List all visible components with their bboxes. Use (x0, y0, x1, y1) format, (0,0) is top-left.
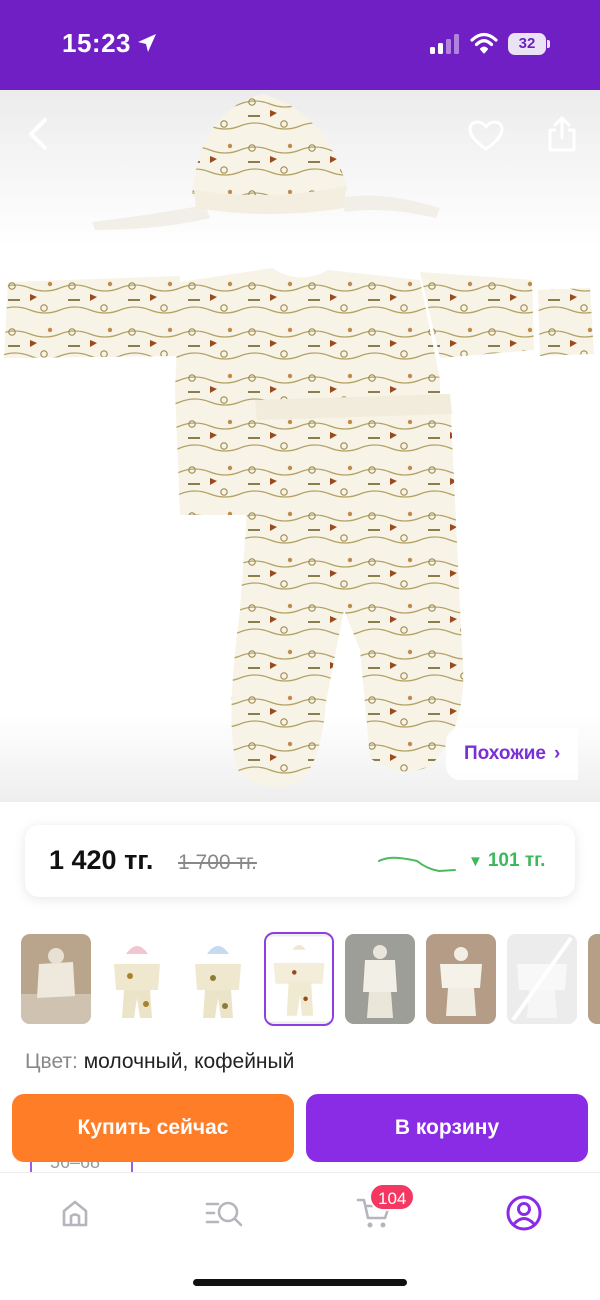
thumbnail-8[interactable] (588, 934, 600, 1024)
location-arrow-icon (138, 34, 156, 52)
cart-count-badge: 104 (369, 1183, 416, 1211)
thumbnail-7[interactable] (507, 934, 577, 1024)
share-button[interactable] (538, 110, 586, 158)
add-to-cart-button[interactable]: В корзину (306, 1094, 588, 1162)
chevron-right-icon: › (553, 743, 561, 764)
favorite-button[interactable] (462, 112, 510, 160)
thumbnail-strip[interactable] (0, 932, 600, 1027)
back-button[interactable] (14, 110, 62, 158)
home-icon (62, 1200, 88, 1227)
catalog-search-icon (205, 1201, 243, 1227)
heart-icon (468, 120, 504, 151)
thumbnail-4-selected[interactable] (264, 932, 334, 1026)
wifi-icon (470, 32, 498, 54)
similar-products-button[interactable]: Похожие › (446, 728, 579, 780)
color-info: Цвет: молочный, кофейный (25, 1050, 294, 1074)
price-card[interactable]: 1 420 тг. 1 700 тг. ▼ 101 тг. (25, 825, 575, 897)
buy-now-button[interactable]: Купить сейчас (12, 1094, 294, 1162)
similar-label: Похожие (464, 743, 546, 764)
thumbnail-1[interactable] (21, 934, 91, 1024)
tab-home[interactable] (55, 1193, 95, 1233)
current-price: 1 420 тг. (49, 845, 154, 875)
color-label: Цвет: (25, 1050, 78, 1073)
old-price: 1 700 тг. (178, 851, 257, 874)
price-history-sparkline (378, 856, 456, 873)
battery-indicator: 32 (508, 33, 550, 55)
product-image-gallery[interactable]: Похожие › (0, 90, 600, 802)
cellular-signal-icon (430, 34, 459, 54)
down-arrow-icon: ▼ (468, 853, 483, 870)
thumbnail-6[interactable] (426, 934, 496, 1024)
home-indicator (193, 1279, 407, 1286)
color-value: молочный, кофейный (83, 1050, 295, 1073)
status-time: 15:23 (62, 28, 131, 58)
price-drop: ▼ 101 тг. (468, 850, 545, 872)
thumbnail-5[interactable] (345, 934, 415, 1024)
tab-catalog[interactable] (204, 1193, 244, 1233)
tab-profile[interactable] (504, 1193, 544, 1233)
chevron-left-icon (29, 118, 47, 150)
price-drop-value: 101 тг. (487, 850, 546, 871)
status-bar: 15:23 32 (0, 0, 600, 90)
profile-icon (506, 1195, 542, 1231)
product-photo (4, 94, 594, 787)
thumbnail-2[interactable] (102, 934, 172, 1024)
share-icon (548, 116, 576, 152)
battery-level: 32 (508, 33, 546, 55)
thumbnail-3[interactable] (183, 934, 253, 1024)
